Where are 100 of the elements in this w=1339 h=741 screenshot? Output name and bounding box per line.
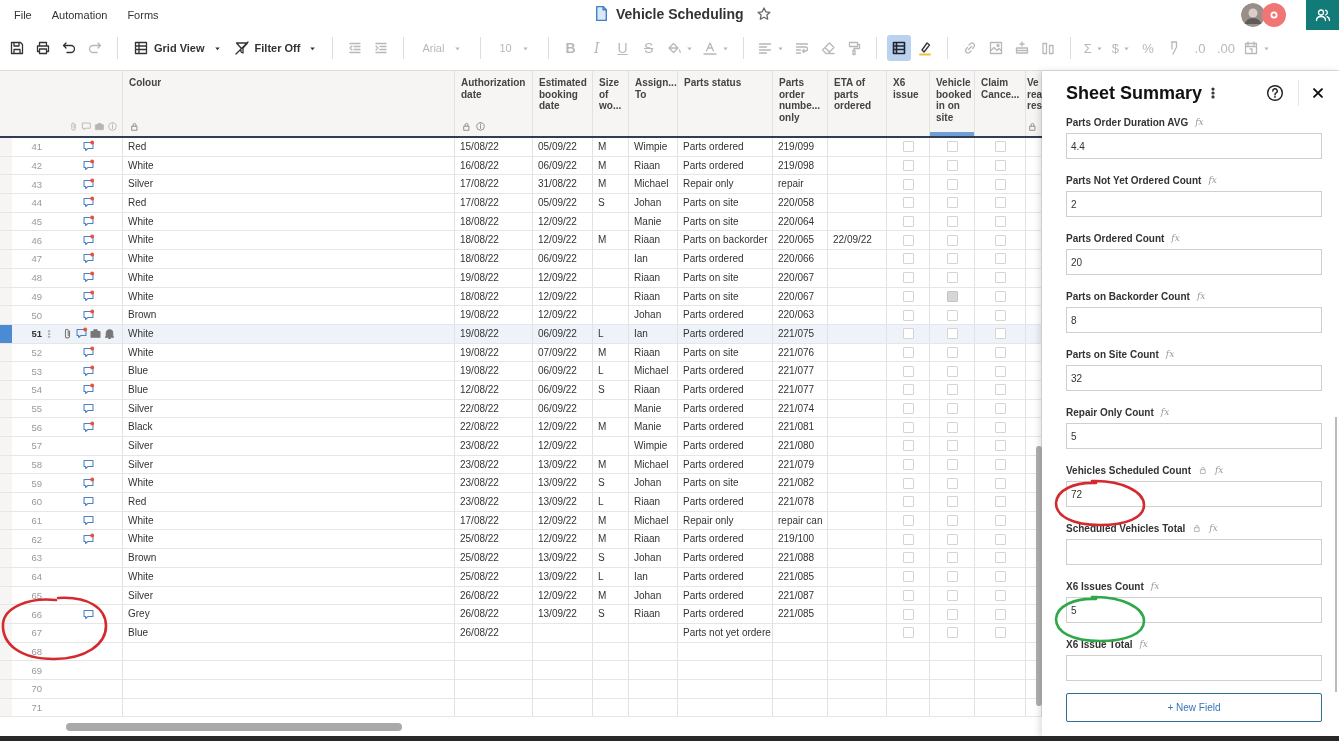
value-field[interactable]: 32 xyxy=(1066,365,1322,391)
comment-icon[interactable] xyxy=(82,514,95,528)
checkbox[interactable] xyxy=(994,309,1006,321)
checkbox[interactable] xyxy=(946,496,958,508)
toolbar-button[interactable] xyxy=(886,35,911,61)
checkbox[interactable] xyxy=(902,402,914,414)
checkbox[interactable] xyxy=(994,160,1006,172)
comment-alert-icon[interactable] xyxy=(82,252,95,266)
checkbox[interactable] xyxy=(994,421,1006,433)
checkbox[interactable] xyxy=(902,571,914,583)
checkbox[interactable] xyxy=(902,309,914,321)
checkbox[interactable] xyxy=(946,477,958,489)
checkbox[interactable] xyxy=(946,421,958,433)
value-field[interactable]: 2 xyxy=(1066,191,1322,217)
checkbox[interactable] xyxy=(946,253,958,265)
checkbox[interactable] xyxy=(994,346,1006,358)
checkbox[interactable] xyxy=(946,141,958,153)
checkbox[interactable] xyxy=(994,402,1006,414)
value-field[interactable]: 5 xyxy=(1066,423,1322,449)
checkbox[interactable] xyxy=(994,141,1006,153)
value-field[interactable]: 5 xyxy=(1066,597,1322,623)
star-icon[interactable] xyxy=(755,5,772,22)
column-header[interactable]: X6 issue xyxy=(887,71,930,136)
checkbox[interactable] xyxy=(902,178,914,190)
comment-alert-icon[interactable] xyxy=(82,345,95,359)
checkbox[interactable] xyxy=(994,459,1006,471)
value-field[interactable] xyxy=(1066,655,1322,681)
checkbox[interactable] xyxy=(994,234,1006,246)
column-header[interactable]: Estimated booking date xyxy=(533,71,593,136)
checkbox[interactable] xyxy=(994,384,1006,396)
checkbox[interactable] xyxy=(902,496,914,508)
checkbox[interactable] xyxy=(994,608,1006,620)
checkbox[interactable] xyxy=(902,253,914,265)
comment-alert-icon[interactable] xyxy=(82,364,95,378)
value-field[interactable]: 4.4 xyxy=(1066,133,1322,159)
checkbox[interactable] xyxy=(946,533,958,545)
checkbox[interactable] xyxy=(902,421,914,433)
menu-item[interactable]: Automation xyxy=(51,9,108,21)
column-header[interactable]: Vehicle booked in on site xyxy=(930,71,975,136)
avatar[interactable] xyxy=(1241,3,1265,27)
checkbox[interactable] xyxy=(946,309,958,321)
comment-alert-icon[interactable] xyxy=(82,196,95,210)
toolbar-button[interactable]: Filter Off xyxy=(228,35,323,61)
column-header[interactable]: Size of wo... xyxy=(593,71,629,136)
column-header[interactable]: Assign... To xyxy=(629,71,678,136)
comment-alert-icon[interactable] xyxy=(82,233,95,247)
checkbox[interactable] xyxy=(946,589,958,601)
briefcase-icon[interactable] xyxy=(89,327,102,341)
checkbox[interactable] xyxy=(994,515,1006,527)
comment-icon[interactable] xyxy=(82,458,95,472)
checkbox[interactable] xyxy=(994,290,1006,302)
close-icon[interactable] xyxy=(1311,86,1325,100)
checkbox[interactable] xyxy=(994,178,1006,190)
column-header[interactable]: Colour xyxy=(123,71,455,136)
checkbox[interactable] xyxy=(946,160,958,172)
checkbox[interactable] xyxy=(994,571,1006,583)
comment-alert-icon[interactable] xyxy=(82,476,95,490)
checkbox[interactable] xyxy=(946,328,958,340)
value-field[interactable]: 8 xyxy=(1066,307,1322,333)
checkbox[interactable] xyxy=(946,552,958,564)
comment-alert-icon[interactable] xyxy=(82,215,95,229)
checkbox[interactable] xyxy=(902,440,914,452)
comment-icon[interactable] xyxy=(82,495,95,509)
checkbox[interactable] xyxy=(994,627,1006,639)
checkbox[interactable] xyxy=(946,608,958,620)
menu-item[interactable]: Forms xyxy=(127,9,159,21)
value-field[interactable] xyxy=(1066,539,1322,565)
checkbox[interactable] xyxy=(946,197,958,209)
comment-alert-icon[interactable] xyxy=(82,271,95,285)
checkbox[interactable] xyxy=(902,459,914,471)
checkbox[interactable] xyxy=(994,253,1006,265)
comment-alert-icon[interactable] xyxy=(82,140,95,154)
checkbox[interactable] xyxy=(946,440,958,452)
column-header[interactable]: ETA of parts ordered xyxy=(828,71,887,136)
checkbox[interactable] xyxy=(994,533,1006,545)
checkbox[interactable] xyxy=(994,552,1006,564)
new-field-button[interactable]: + New Field xyxy=(1066,693,1322,722)
checkbox[interactable] xyxy=(946,178,958,190)
comment-alert-icon[interactable] xyxy=(82,159,95,173)
toolbar-button[interactable]: Grid View xyxy=(128,35,227,61)
checkbox[interactable] xyxy=(946,290,958,302)
checkbox[interactable] xyxy=(902,197,914,209)
checkbox[interactable] xyxy=(994,197,1006,209)
checkbox[interactable] xyxy=(946,346,958,358)
checkbox[interactable] xyxy=(902,515,914,527)
checkbox[interactable] xyxy=(946,234,958,246)
value-field[interactable]: 20 xyxy=(1066,249,1322,275)
share-button[interactable] xyxy=(1306,0,1339,30)
checkbox[interactable] xyxy=(994,496,1006,508)
column-header[interactable]: Claim Cance... xyxy=(975,71,1026,136)
checkbox[interactable] xyxy=(902,477,914,489)
value-field[interactable]: 72 xyxy=(1066,481,1322,507)
checkbox[interactable] xyxy=(902,608,914,620)
checkbox[interactable] xyxy=(994,589,1006,601)
column-header[interactable]: Authorization date xyxy=(455,71,533,136)
checkbox[interactable] xyxy=(902,216,914,228)
comment-alert-icon[interactable] xyxy=(82,532,95,546)
checkbox[interactable] xyxy=(902,589,914,601)
comment-alert-icon[interactable] xyxy=(75,327,88,341)
checkbox[interactable] xyxy=(946,402,958,414)
